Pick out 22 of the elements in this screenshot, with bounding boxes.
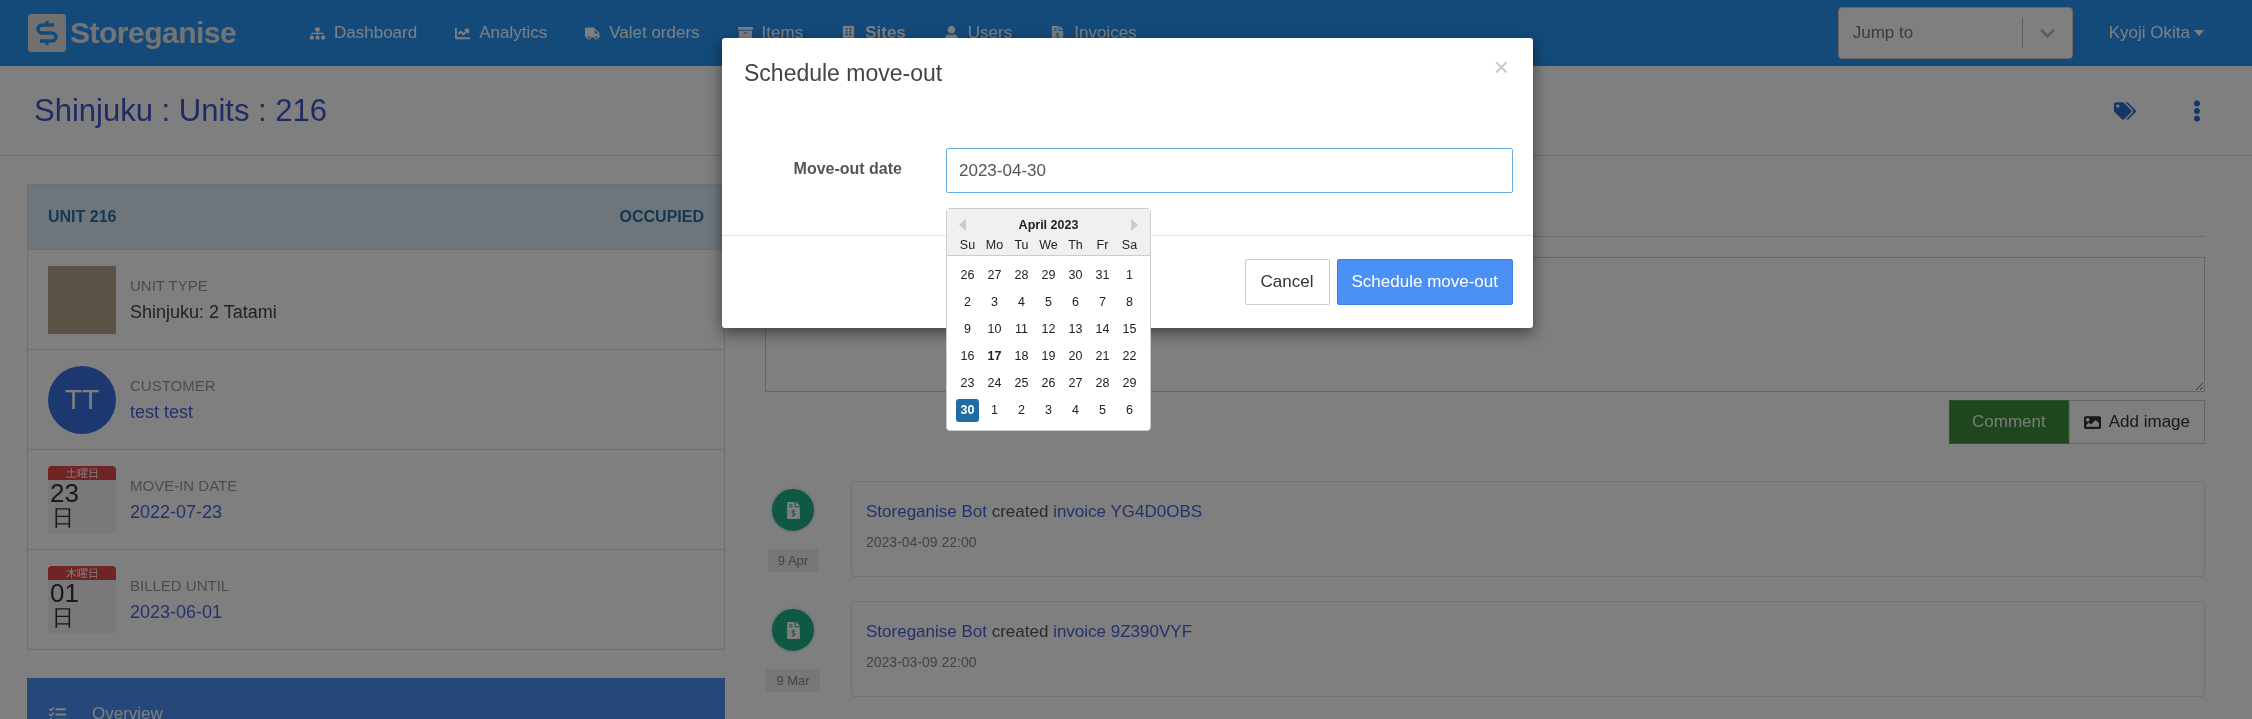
modal-title: Schedule move-out bbox=[744, 59, 943, 87]
activity-verb: created bbox=[991, 502, 1049, 521]
field-value: Shinjuku: 2 Tatami bbox=[130, 301, 277, 323]
weekday-label: We bbox=[1038, 237, 1059, 254]
page-title: Shinjuku : Units : 216 bbox=[34, 92, 328, 129]
weekday-label: Sa bbox=[1120, 237, 1139, 254]
unit-title: UNIT 216 bbox=[48, 208, 117, 226]
field-label: Move-out date bbox=[792, 159, 903, 178]
weekday-label: Su bbox=[958, 237, 977, 254]
activity-time: 2023-04-09 22:00 bbox=[866, 534, 978, 550]
calendar-date-icon: 木曜日 01 日 bbox=[48, 565, 116, 634]
brand-name: Storeganise bbox=[70, 16, 237, 50]
month-title: April 2023 bbox=[1018, 218, 1079, 232]
weekday-label: Fr bbox=[1095, 237, 1110, 254]
calendar-date-icon: 土曜日 23 日 bbox=[48, 465, 116, 534]
activity-time: 2023-03-09 22:00 bbox=[866, 654, 978, 670]
unit-status: OCCUPIED bbox=[619, 208, 704, 226]
weekday-label: Tu bbox=[1013, 237, 1030, 254]
activity-verb: created bbox=[991, 622, 1049, 641]
weekday-label: Mo bbox=[984, 237, 1005, 254]
weekday-label: Th bbox=[1067, 237, 1084, 254]
customer-avatar: TT bbox=[48, 365, 116, 434]
